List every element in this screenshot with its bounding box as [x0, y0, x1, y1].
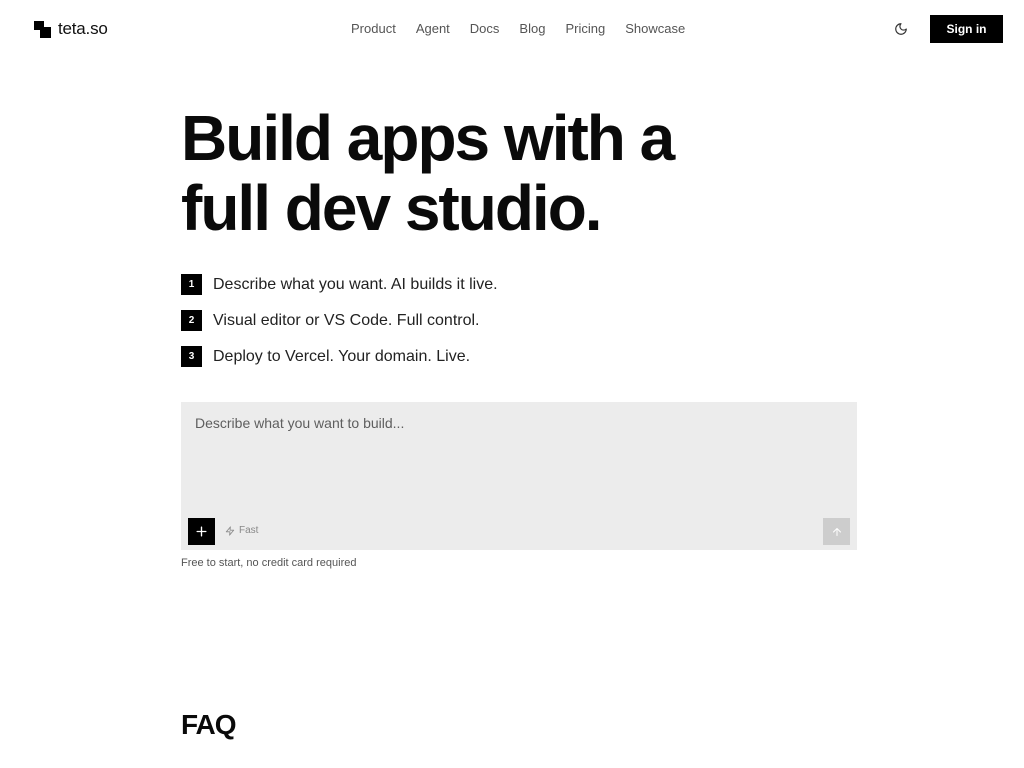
- step-item: 1 Describe what you want. AI builds it l…: [181, 274, 498, 295]
- prompt-box: Fast: [181, 402, 857, 550]
- prompt-input[interactable]: [195, 414, 843, 506]
- nav-link-showcase[interactable]: Showcase: [625, 20, 685, 38]
- main-nav: Product Agent Docs Blog Pricing Showcase: [351, 20, 685, 38]
- nav-link-pricing[interactable]: Pricing: [565, 20, 605, 38]
- hero-title-line: full dev studio.: [181, 172, 603, 244]
- steps-list: 1 Describe what you want. AI builds it l…: [181, 274, 498, 382]
- teta-logo-icon: [34, 20, 51, 38]
- step-item: 3 Deploy to Vercel. Your domain. Live.: [181, 346, 498, 367]
- step-text: Visual editor or VS Code. Full control.: [213, 312, 480, 329]
- theme-toggle-button[interactable]: [890, 18, 912, 40]
- step-text: Describe what you want. AI builds it liv…: [213, 276, 498, 293]
- mode-selector[interactable]: Fast: [225, 524, 258, 538]
- moon-icon: [894, 22, 908, 36]
- add-attachment-button[interactable]: [188, 518, 215, 545]
- step-number-badge: 1: [181, 274, 202, 295]
- site-header: teta.so Product Agent Docs Blog Pricing …: [0, 0, 1024, 58]
- step-text: Deploy to Vercel. Your domain. Live.: [213, 348, 471, 365]
- logo-link[interactable]: teta.so: [34, 18, 108, 40]
- step-number-badge: 3: [181, 346, 202, 367]
- submit-prompt-button[interactable]: [823, 518, 850, 545]
- step-number-badge: 2: [181, 310, 202, 331]
- plus-icon: [195, 525, 208, 538]
- nav-link-docs[interactable]: Docs: [470, 20, 500, 38]
- sign-in-button[interactable]: Sign in: [930, 15, 1003, 43]
- nav-link-agent[interactable]: Agent: [416, 20, 450, 38]
- faq-heading: FAQ: [181, 709, 237, 740]
- hero-title: Build apps with a full dev studio.: [181, 102, 675, 244]
- arrow-up-icon: [831, 526, 843, 538]
- signup-note: Free to start, no credit card required: [181, 557, 357, 569]
- hero-title-line: Build apps with a: [181, 102, 675, 174]
- lightning-icon: [225, 526, 235, 536]
- logo-text: teta.so: [58, 19, 108, 38]
- nav-link-product[interactable]: Product: [351, 20, 396, 38]
- mode-label: Fast: [239, 525, 259, 536]
- nav-link-blog[interactable]: Blog: [519, 20, 545, 38]
- step-item: 2 Visual editor or VS Code. Full control…: [181, 310, 498, 331]
